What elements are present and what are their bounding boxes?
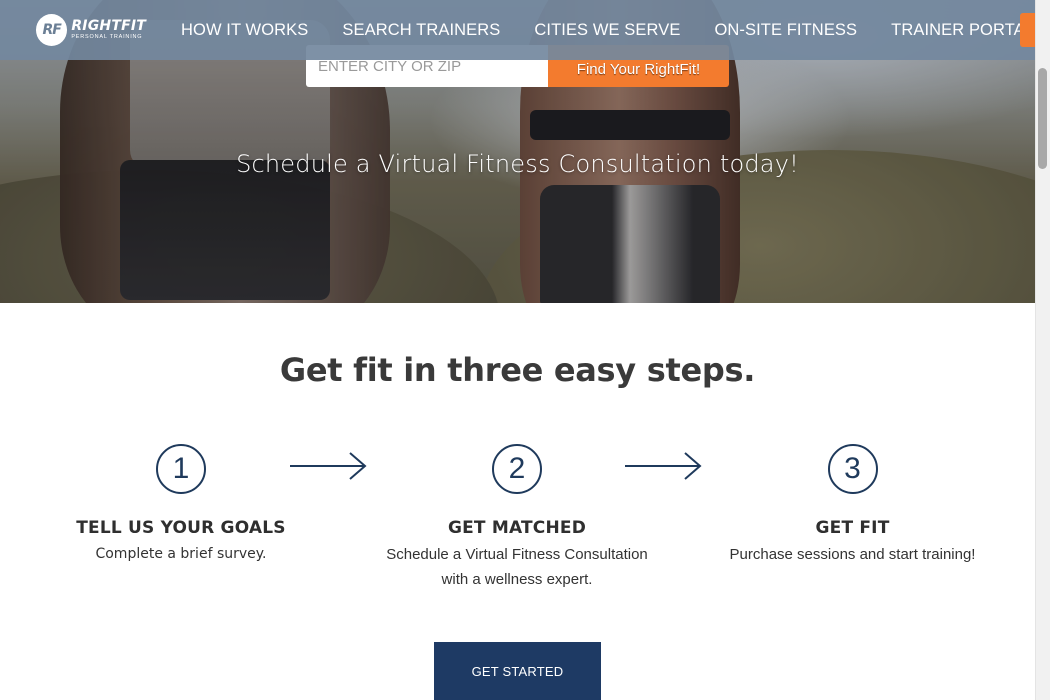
nav-links: HOW IT WORKS SEARCH TRAINERS CITIES WE S… (164, 0, 1050, 60)
step-number-badge: 3 (827, 444, 878, 494)
hero-tagline: Schedule a Virtual Fitness Consultation … (236, 150, 799, 178)
logo-tagline: PERSONAL TRAINING (71, 34, 143, 41)
step-title: GET FIT (815, 518, 890, 538)
step-number-badge: 1 (156, 444, 206, 494)
scrollbar-thumb[interactable] (1038, 68, 1047, 169)
arrow-right-icon (625, 452, 702, 480)
step-number-badge: 2 (492, 444, 542, 494)
step-3: 3 GET FIT Purchase sessions and start tr… (722, 444, 983, 567)
nav-link-cities-we-serve[interactable]: CITIES WE SERVE (517, 21, 697, 40)
step-2: 2 GET MATCHED Schedule a Virtual Fitness… (377, 444, 657, 592)
arrow-right-icon (290, 452, 367, 480)
steps-heading: Get fit in three easy steps. (279, 351, 756, 389)
logo-icon: RF (36, 14, 68, 46)
step-description: Schedule a Virtual Fitness Consultation … (386, 546, 648, 588)
nav-cta-button[interactable] (1020, 13, 1035, 47)
step-description: Purchase sessions and start training! (729, 546, 976, 563)
nav-link-how-it-works[interactable]: HOW IT WORKS (164, 21, 325, 40)
logo-wordmark: RIGHTFIT (71, 18, 146, 35)
step-1: 1 TELL US YOUR GOALS Complete a brief su… (66, 444, 296, 567)
step-description: Complete a brief survey. (95, 546, 267, 562)
nav-link-search-trainers[interactable]: SEARCH TRAINERS (325, 21, 517, 40)
nav-link-on-site-fitness[interactable]: ON-SITE FITNESS (697, 21, 874, 40)
step-title: TELL US YOUR GOALS (76, 518, 286, 538)
step-title: GET MATCHED (447, 518, 587, 538)
top-navigation: RF RIGHTFIT PERSONAL TRAINING HOW IT WOR… (0, 0, 1035, 60)
get-started-button[interactable]: GET STARTED (434, 642, 601, 700)
site-logo[interactable]: RF RIGHTFIT PERSONAL TRAINING (36, 13, 146, 47)
